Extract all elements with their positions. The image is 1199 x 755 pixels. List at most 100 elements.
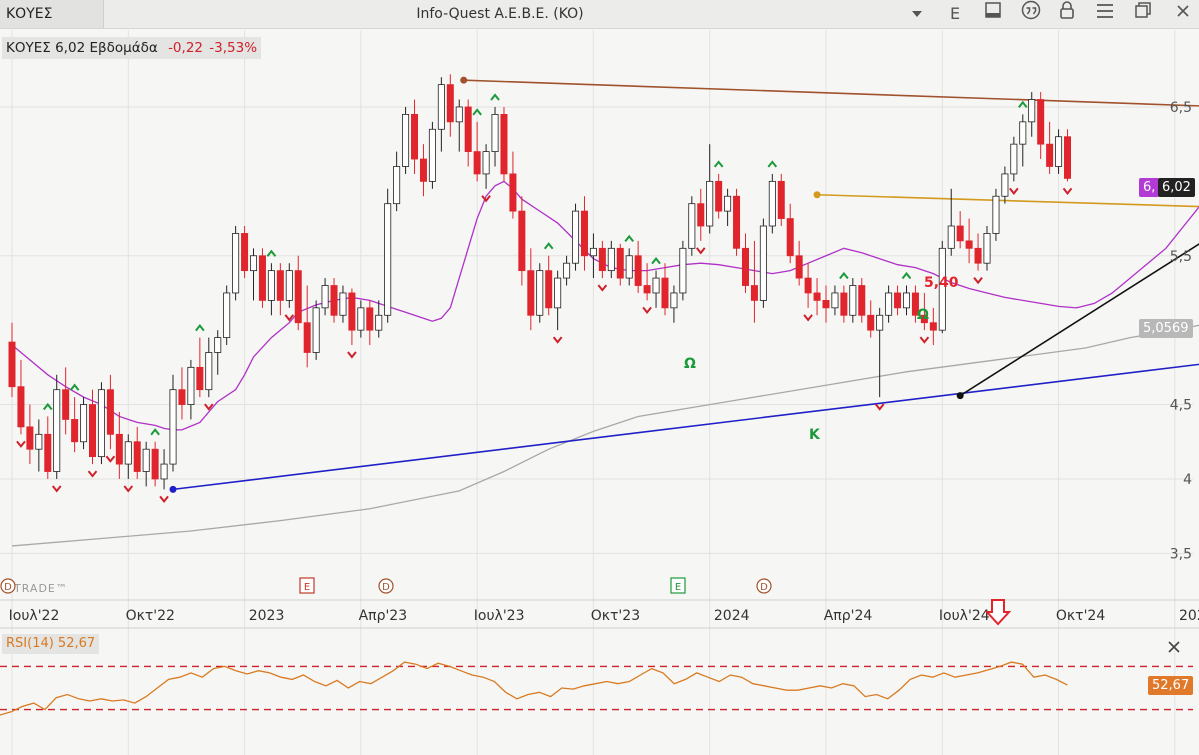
buy-signal-arrow bbox=[195, 323, 205, 332]
rsi-value-tag: 52,67 bbox=[1148, 676, 1194, 695]
sell-signal-arrow bbox=[347, 351, 357, 359]
rsi-close-icon[interactable] bbox=[1168, 641, 1180, 653]
rsi-label[interactable]: RSI(14) 52,67 bbox=[2, 634, 100, 654]
period-label: Εβδομάδα bbox=[89, 40, 158, 56]
symbol-info-box: ΚΟΥΕΣ 6,02 Εβδομάδα -0,22 -3,53% bbox=[2, 37, 262, 59]
buy-signal-arrow bbox=[624, 234, 634, 242]
candle-body-down bbox=[258, 255, 266, 301]
candle-body-down bbox=[446, 84, 454, 123]
price-chart[interactable]: 3,5 4 4,5 5,5 6,5 Ιουλ'22 Οκτ'22 2023 Απρ'23 Ιουλ… bbox=[0, 0, 1199, 755]
candle bbox=[741, 233, 749, 293]
earnings-marker-letter: E bbox=[675, 582, 681, 593]
candle-body-up bbox=[706, 180, 714, 227]
candle-body-up bbox=[1019, 121, 1027, 145]
candle-body-up bbox=[688, 203, 696, 249]
candle-body-up bbox=[679, 247, 687, 294]
candle-body-up bbox=[1028, 99, 1036, 123]
candle-body-up bbox=[35, 433, 43, 450]
x-tick-label: 2025 bbox=[1179, 608, 1199, 624]
candle-body-down bbox=[330, 285, 338, 316]
candle-body-down bbox=[419, 158, 427, 182]
dividend-marker[interactable]: D bbox=[0, 578, 16, 594]
candle-body-down bbox=[580, 210, 588, 257]
candle bbox=[446, 74, 454, 137]
candle-body-up bbox=[572, 210, 580, 264]
candle bbox=[384, 188, 392, 323]
candle bbox=[53, 374, 61, 479]
candle-body-down bbox=[106, 389, 114, 435]
dividend-marker[interactable]: D bbox=[756, 578, 772, 594]
candle-body-up bbox=[285, 270, 293, 301]
candle-body-down bbox=[527, 270, 535, 316]
candle bbox=[858, 278, 866, 323]
candle bbox=[625, 248, 633, 286]
candle bbox=[26, 404, 34, 465]
candle-body-down bbox=[464, 106, 472, 152]
candle bbox=[903, 285, 911, 316]
symbol-name: ΚΟΥΕΣ bbox=[6, 40, 51, 56]
candle bbox=[572, 203, 580, 271]
candle bbox=[518, 196, 526, 286]
candle bbox=[1001, 166, 1009, 204]
candle bbox=[402, 106, 410, 174]
candle bbox=[187, 359, 195, 420]
ma-long-price-tag: 5,0569 bbox=[1139, 319, 1193, 338]
kappa-label: K bbox=[809, 427, 821, 443]
candle bbox=[697, 188, 705, 241]
candle-body-down bbox=[697, 203, 705, 227]
candle bbox=[160, 449, 168, 490]
candle-body-up bbox=[947, 225, 955, 249]
candle-body-down bbox=[348, 292, 356, 331]
candle bbox=[804, 263, 812, 308]
candle bbox=[849, 278, 857, 323]
candle bbox=[8, 322, 16, 398]
candle bbox=[1064, 129, 1072, 182]
candle bbox=[250, 248, 258, 301]
candle-body-up bbox=[652, 277, 660, 294]
candle-body-up bbox=[187, 366, 195, 405]
earnings-marker[interactable]: E bbox=[670, 577, 686, 594]
candle bbox=[348, 288, 356, 346]
candle bbox=[473, 121, 481, 182]
candle-body-down bbox=[804, 277, 812, 294]
candle-body-up bbox=[768, 180, 776, 227]
candle bbox=[679, 240, 687, 301]
candle-body-up bbox=[205, 352, 213, 391]
candle bbox=[106, 374, 114, 450]
candle bbox=[339, 285, 347, 323]
price-change: -0,22 bbox=[168, 40, 203, 56]
sell-signal-arrow bbox=[642, 306, 652, 315]
candle-body-up bbox=[554, 277, 562, 309]
candle-body-down bbox=[276, 270, 284, 301]
candle bbox=[1028, 92, 1036, 137]
candle bbox=[178, 367, 186, 420]
candle-body-down bbox=[643, 285, 651, 294]
candle bbox=[285, 263, 293, 308]
earnings-marker[interactable]: E bbox=[299, 577, 315, 594]
candle bbox=[598, 240, 606, 279]
buy-signal-arrow bbox=[69, 383, 80, 391]
candle bbox=[115, 412, 123, 479]
candle bbox=[589, 233, 597, 279]
y-tick-label: 5,5 bbox=[1170, 249, 1192, 265]
last-price: 6,02 bbox=[55, 40, 86, 56]
sell-signal-arrow bbox=[16, 440, 26, 448]
candle-body-up bbox=[885, 292, 893, 316]
candle-body-down bbox=[1064, 136, 1072, 179]
rsi-panel bbox=[0, 661, 1193, 716]
candle-body-up bbox=[831, 292, 839, 309]
candle-body-up bbox=[375, 314, 383, 331]
candle bbox=[652, 270, 660, 308]
candle bbox=[411, 99, 419, 174]
candle-body-down bbox=[71, 419, 79, 443]
candle-body-down bbox=[661, 277, 669, 309]
x-tick-label: 2023 bbox=[249, 608, 285, 624]
candle bbox=[643, 263, 651, 301]
dividend-marker[interactable]: D bbox=[378, 578, 394, 594]
candle bbox=[151, 441, 159, 487]
candle-body-up bbox=[339, 292, 347, 316]
x-tick-label: Απρ'23 bbox=[359, 608, 408, 624]
dividend-marker-letter: D bbox=[382, 582, 390, 593]
candle bbox=[1019, 114, 1027, 167]
ma-long-line bbox=[11, 324, 1199, 547]
